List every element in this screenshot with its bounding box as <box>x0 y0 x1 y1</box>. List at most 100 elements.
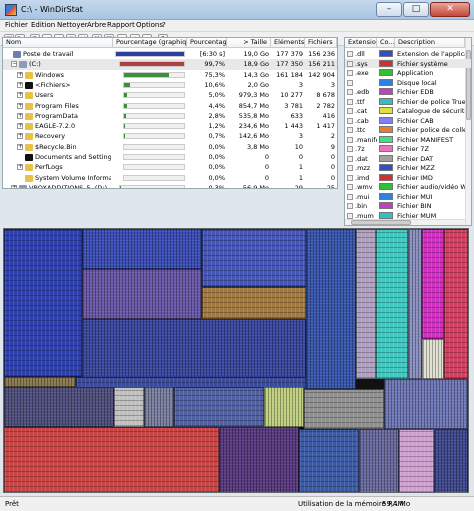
tree-row[interactable]: − (C:) 99,7% 18,9 Go 177 350 156 211 <box>3 59 337 70</box>
expand-icon[interactable]: + <box>17 112 23 119</box>
treemap-tile[interactable] <box>304 389 384 429</box>
expand-icon[interactable]: + <box>17 143 23 150</box>
folder-icon <box>25 81 33 89</box>
treemap-tile[interactable] <box>82 269 202 319</box>
column-header-size[interactable]: > Taille <box>227 38 271 48</box>
extension-row[interactable]: .ttc Fichier police de collecti <box>345 125 471 135</box>
treemap-tile[interactable] <box>356 229 376 379</box>
extension-row[interactable]: .cab Fichier CAB <box>345 116 471 126</box>
tree-row[interactable]: Poste de travail [6:30 s] 19,0 Go 177 379 15… <box>3 49 337 60</box>
treemap-tile[interactable] <box>384 379 468 429</box>
collapse-icon[interactable]: − <box>11 61 17 68</box>
column-header-files[interactable]: Fichiers <box>305 38 337 48</box>
treemap-tile[interactable] <box>359 429 399 492</box>
tree-row[interactable]: + VBOXADDITIONS_5. (D:) 0,3% 56,9 Mo 29 25 <box>3 183 337 188</box>
extension-row[interactable]: .imd Fichier IMD <box>345 173 471 183</box>
expand-icon[interactable]: + <box>17 133 23 140</box>
column-header-elements[interactable]: Eléments <box>271 38 305 48</box>
tree-row[interactable]: + Program Files 4,4% 854,7 Mo 3 781 2 782 <box>3 101 337 112</box>
treemap-tile[interactable] <box>444 229 468 379</box>
expand-icon[interactable]: + <box>17 81 23 88</box>
expand-icon[interactable]: + <box>17 123 23 130</box>
treemap-tile[interactable] <box>264 387 304 427</box>
treemap-tile[interactable] <box>4 387 114 427</box>
extension-hscroll-thumb[interactable] <box>351 220 411 225</box>
menu-options[interactable]: Options <box>136 21 163 29</box>
minimize-button[interactable]: – <box>376 2 402 17</box>
extension-row[interactable]: .bin Fichier BIN <box>345 201 471 211</box>
expand-icon[interactable]: + <box>17 92 23 99</box>
menu-edition[interactable]: Edition <box>31 21 55 29</box>
menu-rapport[interactable]: Rapport <box>107 21 135 29</box>
column-header-color[interactable]: Co... <box>377 38 395 48</box>
expand-icon[interactable]: + <box>17 71 23 78</box>
extension-row[interactable]: .edb Fichier EDB <box>345 87 471 97</box>
treemap-tile[interactable] <box>299 429 359 492</box>
extension-row[interactable]: .dat Fichier DAT <box>345 154 471 164</box>
tree-row[interactable]: + EAGLE-7.2.0 1,2% 234,6 Mo 1 443 1 417 <box>3 121 337 132</box>
extension-row[interactable]: .dll Extension de l'application <box>345 49 471 59</box>
treemap-tile[interactable] <box>408 229 422 379</box>
extension-row[interactable]: .ttf Fichier de police TrueTyp <box>345 97 471 107</box>
treemap-tile[interactable] <box>202 287 306 319</box>
column-header-extension[interactable]: Extensio... <box>345 38 377 48</box>
tree-row[interactable]: Documents and Settings 0,0% 0 0 0 <box>3 152 337 163</box>
extension-row[interactable]: .mui Fichier MUI <box>345 192 471 202</box>
extension-row[interactable]: .mum Fichier MUM <box>345 211 471 221</box>
tree-row[interactable]: + ProgramData 2,8% 535,8 Mo 633 416 <box>3 111 337 122</box>
extension-row[interactable]: .manifest Fichier MANIFEST <box>345 135 471 145</box>
expand-icon[interactable]: + <box>17 102 23 109</box>
treemap-tile[interactable] <box>82 229 202 269</box>
extension-list[interactable]: Extensio... Co... Description .dll Extens… <box>344 37 472 226</box>
treemap-tile[interactable] <box>4 377 76 387</box>
treemap-tile[interactable] <box>434 429 468 492</box>
treemap-tile[interactable] <box>219 427 299 492</box>
extension-row[interactable]: .sys Fichier système <box>345 58 471 69</box>
tree-row[interactable]: System Volume Informati... 0,0% 0 1 0 <box>3 173 337 184</box>
tree-row-size: 0 <box>264 153 269 161</box>
column-header-description[interactable]: Description <box>395 38 465 48</box>
close-button[interactable]: ✕ <box>430 2 470 17</box>
column-header-percent[interactable]: Pourcentage <box>187 38 227 48</box>
maximize-button[interactable]: □ <box>403 2 429 17</box>
treemap-view[interactable] <box>3 228 469 493</box>
tree-row-files: 1 417 <box>316 122 335 131</box>
tree-row[interactable]: + <Fichiers> 10,6% 2,0 Go 3 3 <box>3 80 337 91</box>
tree-row[interactable]: + Windows 75,3% 14,3 Go 161 184 142 904 <box>3 70 337 81</box>
expand-icon[interactable]: + <box>17 164 23 171</box>
treemap-tile[interactable] <box>174 387 264 427</box>
tree-row[interactable]: + Recovery 0,7% 142,6 Mo 3 2 <box>3 131 337 142</box>
file-type-icon <box>347 155 353 162</box>
column-header-name[interactable]: Nom <box>3 38 113 48</box>
treemap-tile[interactable] <box>422 229 444 339</box>
treemap-tile[interactable] <box>4 427 219 492</box>
extension-row[interactable]: .exe Application <box>345 68 471 78</box>
treemap-tile[interactable] <box>82 319 306 379</box>
tree-row-name: Documents and Settings <box>35 153 111 161</box>
treemap-tile[interactable] <box>144 387 174 427</box>
column-header-percent-graph[interactable]: Pourcentage (graphique) <box>113 38 187 48</box>
directory-tree[interactable]: Nom Pourcentage (graphique) Pourcentage … <box>2 37 338 189</box>
treemap-tile[interactable] <box>399 429 434 492</box>
extension-row[interactable]: Disque local <box>345 78 471 88</box>
treemap-tile[interactable] <box>306 229 356 389</box>
expand-icon[interactable]: + <box>11 184 17 188</box>
tree-row[interactable]: + $Recycle.Bin 0,0% 3,8 Mo 10 9 <box>3 142 337 153</box>
treemap-tile[interactable] <box>202 229 306 287</box>
treemap-tile[interactable] <box>376 229 408 379</box>
treemap-tile[interactable] <box>4 229 82 377</box>
extension-row[interactable]: .mzz Fichier MZZ <box>345 163 471 173</box>
extension-row[interactable]: .wmv Fichier audio/vidéo Winc <box>345 182 471 192</box>
treemap-tile[interactable] <box>114 387 144 427</box>
treemap-tile[interactable] <box>422 339 444 379</box>
menu-help[interactable]: ? <box>162 21 166 29</box>
tree-row[interactable]: + Users 5,0% 979,3 Mo 10 277 8 678 <box>3 90 337 101</box>
percentage-bar <box>123 92 185 99</box>
extension-row[interactable]: .cat Catalogue de sécurité <box>345 106 471 116</box>
menu-fichier[interactable]: Fichier <box>5 21 28 29</box>
tree-row[interactable]: + PerfLogs 0,0% 0 1 0 <box>3 162 337 173</box>
tree-row-name: System Volume Informati... <box>35 173 111 182</box>
extension-row[interactable]: .7z Fichier 7Z <box>345 144 471 154</box>
menu-arbre[interactable]: Arbre <box>87 21 106 29</box>
menu-nettoyer[interactable]: Nettoyer <box>57 21 88 29</box>
